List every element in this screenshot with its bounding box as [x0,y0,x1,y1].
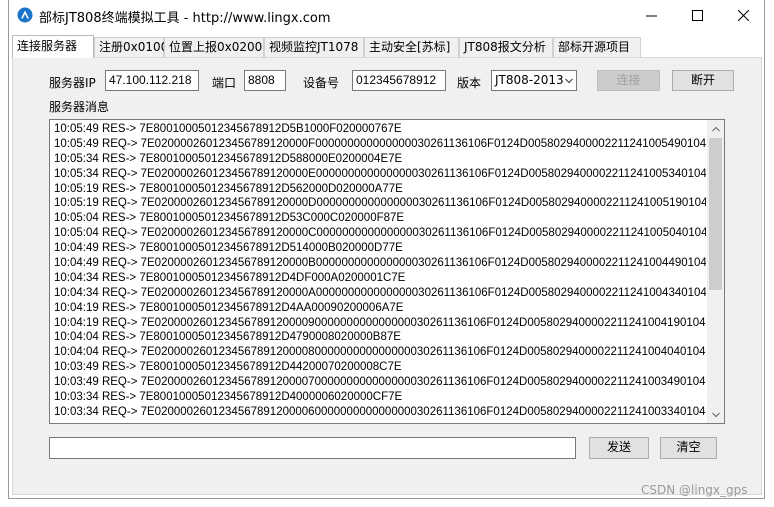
close-icon [737,10,749,21]
log-line: 10:04:34 RES-> 7E80010005012345678912D4D… [54,271,406,284]
clear-button[interactable]: 清空 [660,437,717,459]
log-line: 10:03:49 RES-> 7E80010005012345678912D44… [54,361,402,374]
maximize-icon [691,10,703,21]
log-line: 10:05:19 RES-> 7E80010005012345678912D56… [54,182,403,195]
app-logo-icon [17,7,33,23]
log-line: 10:05:04 RES-> 7E80010005012345678912D53… [54,212,405,225]
scroll-up-button[interactable] [707,120,724,137]
log-line: 10:04:49 REQ-> 7E02000026012345678912000… [54,257,706,270]
minimize-icon [645,15,657,17]
app-window: 部标JT808终端模拟工具 - http://www.lingx.com 连接服… [8,0,765,499]
log-line: 10:03:49 REQ-> 7E02000026012345678912000… [54,376,706,389]
device-id-label: 设备号 [303,76,340,90]
title-bar: 部标JT808终端模拟工具 - http://www.lingx.com [9,0,764,31]
port-label: 端口 [212,76,237,90]
device-id-input[interactable]: 012345678912 [352,70,446,91]
log-line: 10:04:04 RES-> 7E80010005012345678912D47… [54,331,401,344]
minimize-button[interactable] [628,0,674,31]
tab-location-report[interactable]: 位置上报0x0200 [164,37,264,57]
tab-packet-analysis[interactable]: JT808报文分析 [459,37,553,57]
window-title: 部标JT808终端模拟工具 - http://www.lingx.com [39,11,331,26]
version-select[interactable]: JT808-2013 [491,70,577,91]
log-line: 10:05:34 REQ-> 7E02000026012345678912000… [54,167,706,180]
chevron-down-icon [711,412,720,417]
log-line: 10:05:34 RES-> 7E80010005012345678912D58… [54,152,403,165]
server-ip-label: 服务器IP [49,76,96,90]
log-vertical-scrollbar[interactable] [707,120,724,423]
log-line: 10:04:19 REQ-> 7E02000026012345678912000… [54,316,706,329]
maximize-button[interactable] [674,0,720,31]
log-line: 10:05:49 RES-> 7E80010005012345678912D5B… [54,123,402,135]
disconnect-button[interactable]: 断开 [672,70,734,91]
tab-video-monitor[interactable]: 视频监控JT1078 [264,37,364,57]
port-input[interactable]: 8808 [244,70,286,91]
chevron-down-icon [565,78,573,84]
version-label: 版本 [457,76,482,90]
log-line: 10:04:49 RES-> 7E80010005012345678912D51… [54,242,403,255]
log-line: 10:04:19 RES-> 7E80010005012345678912D4A… [54,301,404,314]
scroll-down-button[interactable] [707,406,724,423]
tab-active-safety[interactable]: 主动安全[苏标] [364,37,459,57]
scroll-thumb[interactable] [709,138,722,290]
close-button[interactable] [720,0,766,31]
version-selected-value: JT808-2013 [495,73,564,87]
send-button[interactable]: 发送 [589,437,649,459]
connect-server-panel: 服务器IP 47.100.112.218 端口 8808 设备号 0123456… [12,57,762,495]
server-messages-label: 服务器消息 [49,100,110,114]
log-line: 10:03:34 REQ-> 7E02000026012345678912000… [54,405,706,418]
log-line: 10:04:04 REQ-> 7E02000026012345678912000… [54,346,706,359]
log-lines: 10:05:49 RES-> 7E80010005012345678912D5B… [54,122,706,420]
connect-button[interactable]: 连接 [597,70,660,91]
server-messages-log[interactable]: 10:05:49 RES-> 7E80010005012345678912D5B… [49,119,725,424]
server-ip-input[interactable]: 47.100.112.218 [105,70,199,91]
log-line: 10:05:19 REQ-> 7E02000026012345678912000… [54,197,706,210]
tab-connect-server[interactable]: 连接服务器 [12,35,94,58]
log-line: 10:04:34 REQ-> 7E02000026012345678912000… [54,286,706,299]
watermark-text: CSDN @lingx_gps [641,483,748,497]
log-line: 10:05:04 REQ-> 7E02000026012345678912000… [54,227,706,240]
tab-open-source[interactable]: 部标开源项目 [553,37,641,57]
tab-strip: 连接服务器 注册0x0100 位置上报0x0200 视频监控JT1078 主动安… [12,35,762,58]
tab-register[interactable]: 注册0x0100 [94,37,168,57]
message-input[interactable] [49,437,576,459]
log-line: 10:03:34 RES-> 7E80010005012345678912D40… [54,391,403,404]
chevron-up-icon [711,126,720,131]
log-line: 10:05:49 REQ-> 7E02000026012345678912000… [54,137,706,150]
